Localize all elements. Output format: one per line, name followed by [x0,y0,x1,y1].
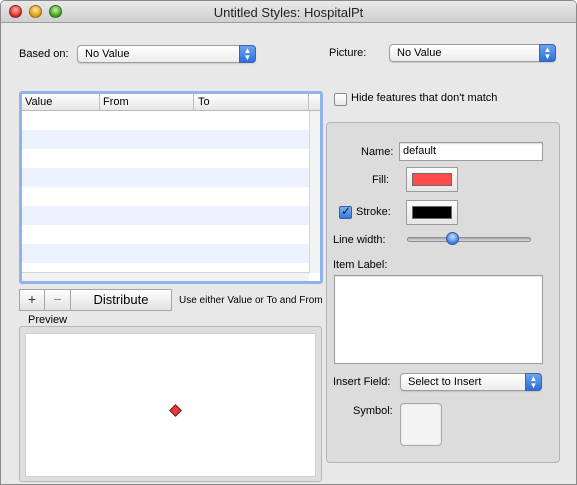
insert-field-value: Select to Insert [408,376,482,388]
distribute-button[interactable]: Distribute [71,289,172,311]
table-row[interactable] [22,206,309,225]
column-separator [99,94,100,110]
picture-popup[interactable]: No Value ▲ ▼ [389,44,556,62]
preview-marker [169,404,182,417]
distribute-hint: Use either Value or To and From [179,295,323,306]
based-on-value: No Value [85,48,130,60]
table-row[interactable] [22,149,309,168]
updown-arrows-icon: ▲ ▼ [239,45,256,63]
table-row[interactable] [22,111,309,130]
based-on-popup[interactable]: No Value ▲ ▼ [77,45,256,63]
picture-value: No Value [397,47,442,59]
vertical-scrollbar[interactable] [309,111,320,273]
add-row-button[interactable]: + [19,289,45,311]
remove-row-button[interactable]: − [45,289,71,311]
table-toolbar: + − Distribute [19,289,172,311]
value-table[interactable]: Value From To [19,91,323,284]
table-row[interactable] [22,244,309,263]
horizontal-scrollbar[interactable] [22,272,309,281]
table-body [22,111,309,270]
table-row[interactable] [22,168,309,187]
name-field[interactable]: default [399,142,543,161]
stroke-checkbox[interactable]: ✓ [339,204,352,219]
table-header: Value From To [22,94,320,111]
based-on-label: Based on: [19,48,69,60]
line-width-slider-track[interactable] [407,237,531,242]
column-header-value[interactable]: Value [25,96,52,108]
hide-features-checkbox[interactable] [334,93,347,106]
column-separator [193,94,194,110]
hide-features-label[interactable]: Hide features that don't match [351,92,497,104]
preview-canvas [25,333,316,477]
stroke-color-swatch [412,206,452,219]
stroke-color-well[interactable] [406,200,458,225]
preview-label: Preview [28,314,68,326]
stroke-label[interactable]: Stroke: [356,206,391,218]
item-label-label: Item Label: [333,259,388,271]
updown-arrows-icon: ▲ ▼ [525,373,542,391]
checkmark-icon: ✓ [341,204,352,218]
symbol-well[interactable] [400,403,442,446]
title-bar[interactable]: Untitled Styles: HospitalPt [1,1,576,23]
item-label-textarea[interactable] [334,275,543,364]
fill-label: Fill: [372,174,390,186]
updown-arrows-icon: ▲ ▼ [539,44,556,62]
window-title: Untitled Styles: HospitalPt [213,5,364,20]
table-row[interactable] [22,187,309,206]
column-header-from[interactable]: From [103,96,129,108]
table-row[interactable] [22,130,309,149]
fill-color-well[interactable] [406,167,458,192]
preview-panel [19,326,322,482]
name-value: default [403,145,437,157]
fill-color-swatch [412,173,452,186]
table-row[interactable] [22,225,309,244]
insert-field-popup[interactable]: Select to Insert ▲ ▼ [400,373,542,391]
symbol-label: Symbol: [353,405,393,417]
line-width-slider-knob[interactable] [445,232,459,245]
insert-field-label: Insert Field: [333,376,391,388]
line-width-label: Line width: [333,234,386,246]
name-label: Name: [361,146,394,158]
picture-label: Picture: [329,47,367,59]
column-header-to[interactable]: To [198,96,210,108]
column-separator [308,94,309,110]
styles-window: Untitled Styles: HospitalPt Based on: No… [0,0,577,485]
